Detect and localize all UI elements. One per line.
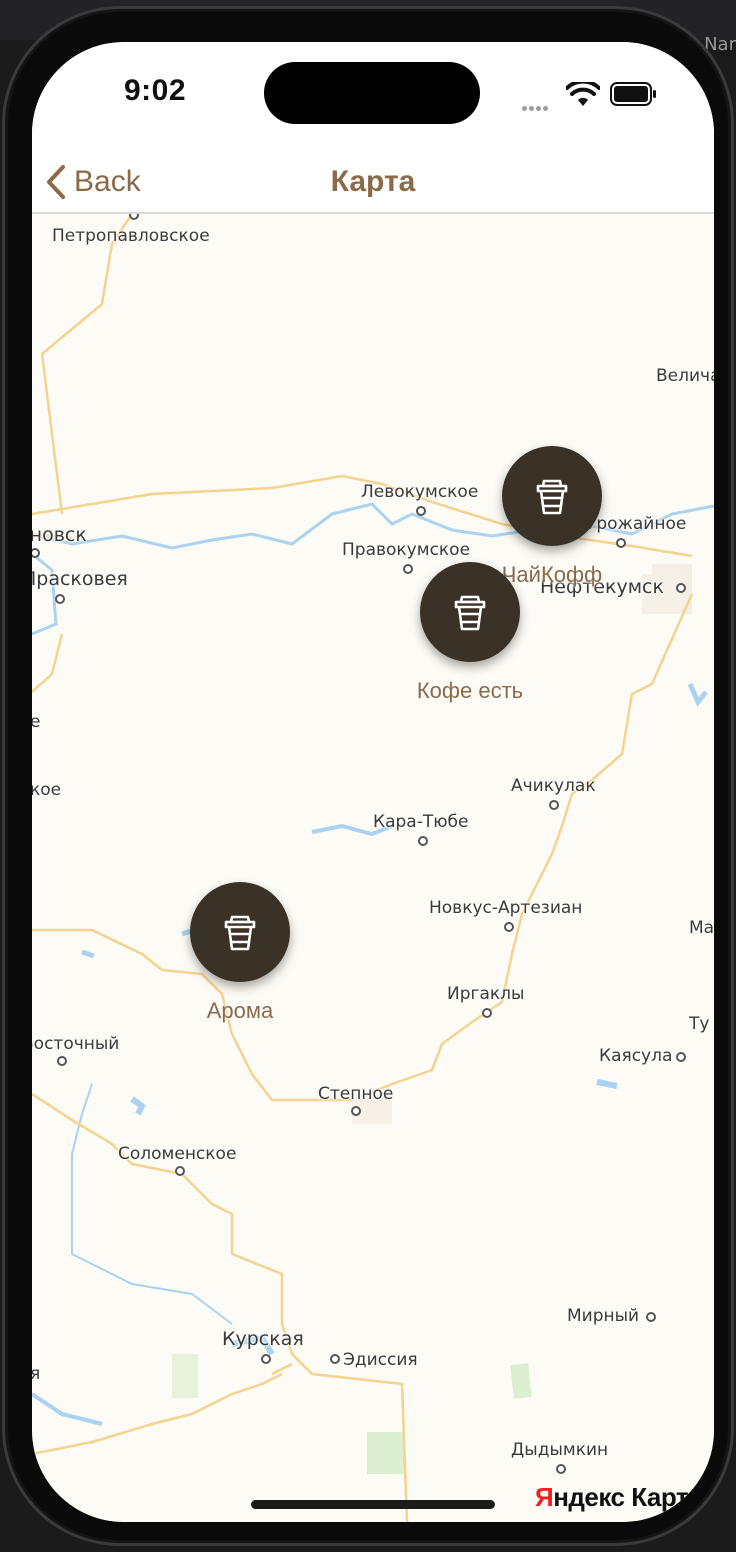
settlement-dot bbox=[416, 506, 426, 516]
place-label-praskoveya: Прасковея bbox=[32, 568, 128, 590]
place-label-stepnoe: Степное bbox=[318, 1084, 394, 1104]
map-view[interactable]: Петропавловское Велича Левокумское Право… bbox=[32, 214, 714, 1522]
place-label-vostochny: Восточный bbox=[32, 1034, 120, 1054]
settlement-dot bbox=[676, 1052, 686, 1062]
place-label-petropavlovskoe: Петропавловское bbox=[52, 226, 210, 246]
place-label-fragment-tu: Ту bbox=[689, 1014, 710, 1034]
place-label-kurskaya: Курская bbox=[222, 1328, 304, 1350]
settlement-dot bbox=[57, 1056, 67, 1066]
place-label-novkus-artezian: Новкус-Артезиан bbox=[429, 898, 583, 918]
settlement-dot bbox=[549, 800, 559, 810]
phone-screen: 9:02 Back Карта Петропавловское Велич Ле… bbox=[32, 42, 714, 1522]
dynamic-island bbox=[264, 62, 480, 124]
settlement-dot bbox=[55, 594, 65, 604]
settlement-dot bbox=[676, 583, 686, 593]
coffee-cup-icon bbox=[224, 915, 256, 951]
map-pin-kofe-est[interactable] bbox=[420, 562, 520, 662]
place-label-fragment-ma: Ма bbox=[689, 918, 714, 938]
settlement-dot bbox=[175, 1166, 185, 1176]
battery-icon bbox=[610, 82, 656, 106]
status-time: 9:02 bbox=[124, 74, 187, 107]
place-label-kara-tyube: Кара-Тюбе bbox=[373, 812, 469, 832]
place-label-achikulak: Ачикулак bbox=[511, 776, 596, 796]
place-label-irgakly: Иргаклы bbox=[447, 984, 525, 1004]
settlement-dot bbox=[330, 1354, 340, 1364]
navigation-bar: Back Карта bbox=[32, 152, 714, 214]
settlement-dot bbox=[482, 1008, 492, 1018]
place-label-fragment-e: е bbox=[32, 712, 41, 732]
settlement-dot bbox=[646, 1312, 656, 1322]
settlement-dot bbox=[418, 836, 428, 846]
map-pin-chaykoff[interactable] bbox=[502, 446, 602, 546]
place-label-fragment-koe: кое bbox=[32, 780, 62, 800]
map-pin-aroma[interactable] bbox=[190, 882, 290, 982]
place-label-pravokumskoe: Правокумское bbox=[342, 540, 471, 560]
place-label-fragment-ya: я bbox=[32, 1364, 41, 1384]
place-label-kayasula: Каясула bbox=[599, 1046, 673, 1066]
map-pin-label: Арома bbox=[206, 998, 274, 1023]
settlement-dot bbox=[261, 1354, 271, 1364]
cellular-signal-icon bbox=[522, 98, 550, 116]
map-pin-label: ЧайКофф bbox=[501, 562, 603, 587]
coffee-cup-icon bbox=[536, 479, 568, 515]
wifi-icon bbox=[566, 82, 600, 106]
settlement-dot bbox=[504, 922, 514, 932]
map-pin-label: Кофе есть bbox=[416, 678, 524, 703]
place-label-velicha: Велича bbox=[656, 366, 714, 386]
phone-frame: 9:02 Back Карта Петропавловское Велич Ле… bbox=[2, 6, 734, 1546]
place-label-urozhaynoe: Урожайное bbox=[586, 514, 687, 534]
place-label-edissiya: Эдиссия bbox=[343, 1350, 418, 1370]
settlement-dot bbox=[556, 1464, 566, 1474]
place-label-dydymkin: Дыдымкин bbox=[511, 1440, 609, 1460]
yandex-logo-letter: Я bbox=[535, 1482, 554, 1512]
place-label-novsk: ановск bbox=[32, 524, 87, 546]
settlement-dot bbox=[403, 564, 413, 574]
settlement-dot bbox=[351, 1106, 361, 1116]
settlement-dot bbox=[616, 538, 626, 548]
yandex-logo-text: ндекс Карты bbox=[553, 1482, 710, 1512]
home-indicator[interactable] bbox=[251, 1500, 495, 1509]
coffee-cup-icon bbox=[454, 595, 486, 631]
place-label-levokumskoe: Левокумское bbox=[361, 482, 479, 502]
place-label-solomenskoe: Соломенское bbox=[118, 1144, 237, 1164]
status-bar: 9:02 bbox=[32, 42, 714, 152]
page-title: Карта bbox=[330, 165, 416, 198]
place-label-mirny: Мирный bbox=[567, 1306, 640, 1326]
yandex-maps-attribution[interactable]: Яндекс Карты bbox=[535, 1482, 710, 1513]
